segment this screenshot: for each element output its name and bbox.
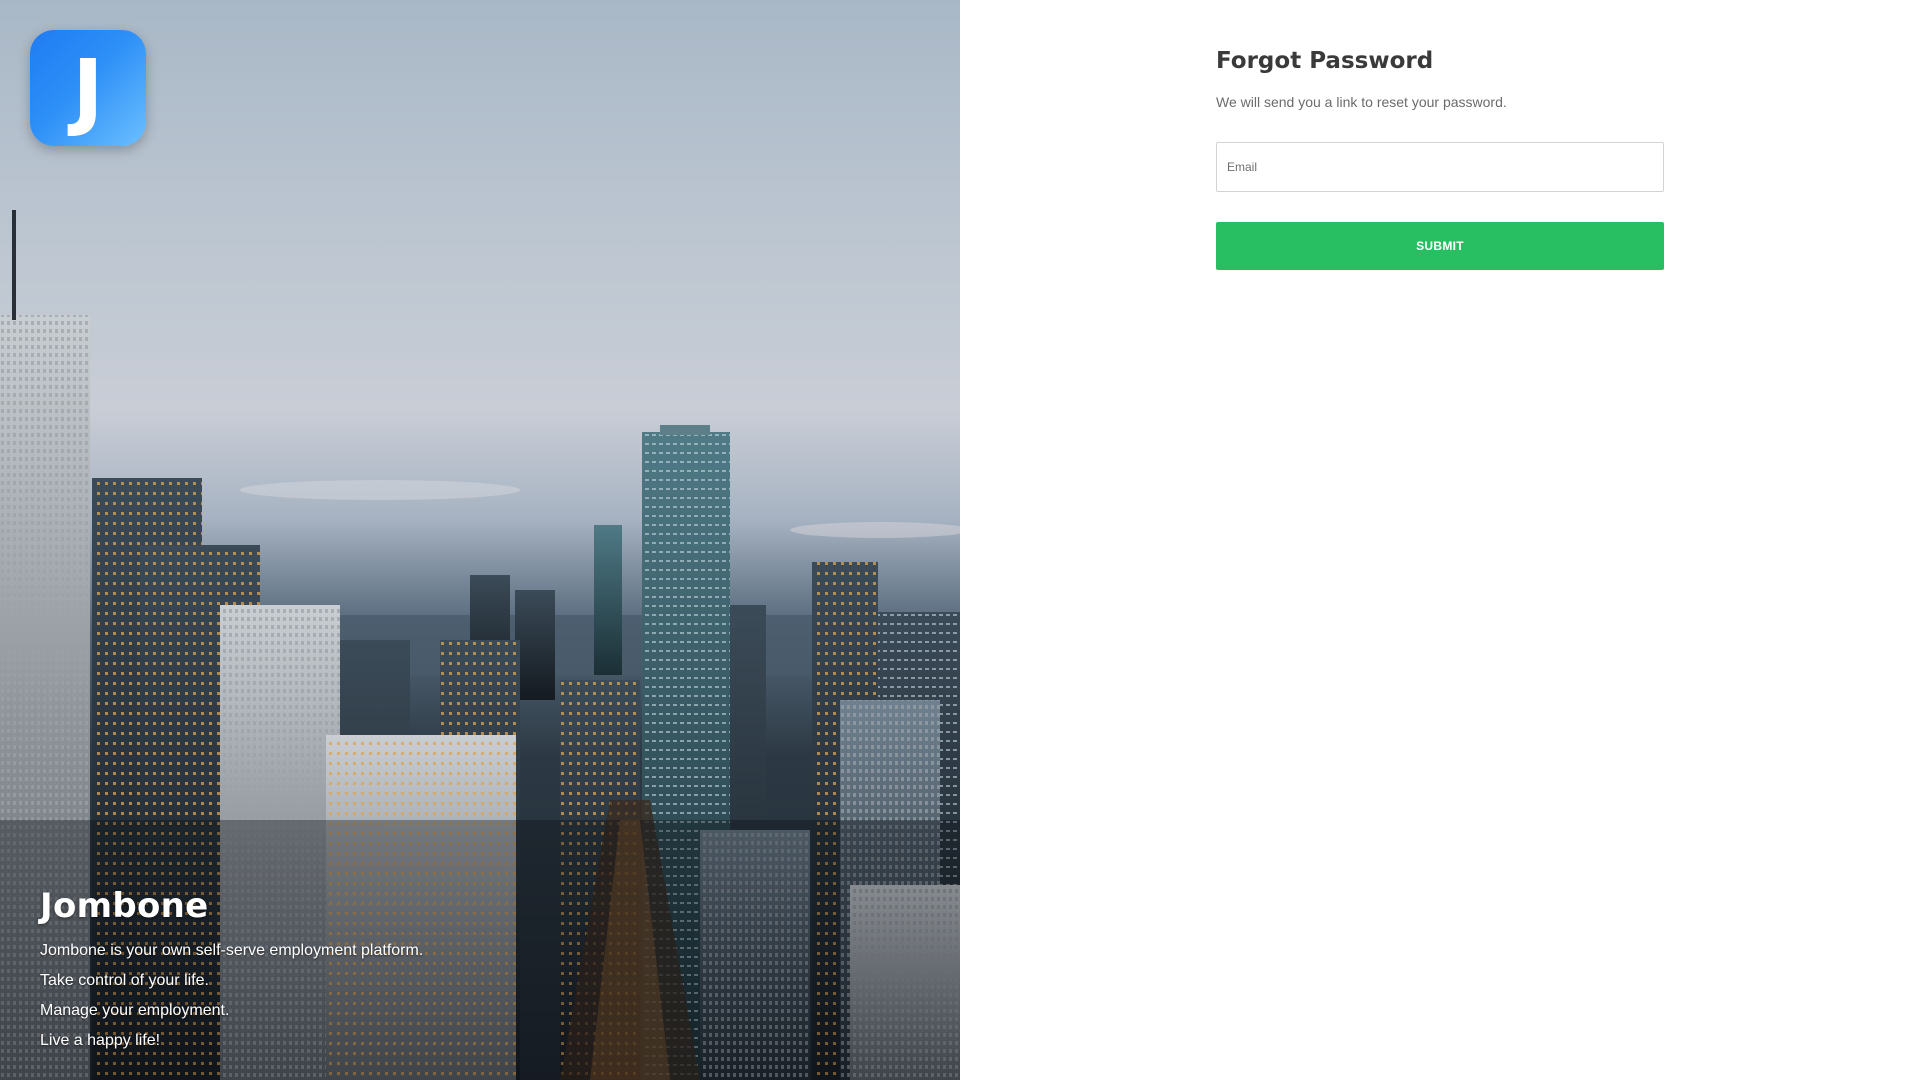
jombone-logo-icon: J (30, 30, 146, 146)
form-panel: Forgot Password We will send you a link … (960, 0, 1920, 1080)
forgot-password-form: Forgot Password We will send you a link … (1216, 48, 1664, 270)
tagline-line: Take control of your life. (40, 972, 209, 989)
submit-button[interactable]: SUBMIT (1216, 222, 1664, 270)
forgot-password-page: J Jombone Jombone is your own self-serve… (0, 0, 1920, 1080)
email-field[interactable] (1216, 142, 1664, 192)
logo-letter: J (72, 41, 104, 139)
tagline-line: Jombone is your own self-serve employmen… (40, 942, 424, 959)
form-subtitle: We will send you a link to reset your pa… (1216, 94, 1507, 110)
brand-name: Jombone (40, 886, 209, 926)
hero-text: Jombone Jombone is your own self-serve e… (40, 886, 423, 1056)
hero-panel: J Jombone Jombone is your own self-serve… (0, 0, 960, 1080)
tagline-line: Live a happy life! (40, 1032, 161, 1049)
page-title: Forgot Password (1216, 48, 1434, 74)
tagline-line: Manage your employment. (40, 1002, 230, 1019)
